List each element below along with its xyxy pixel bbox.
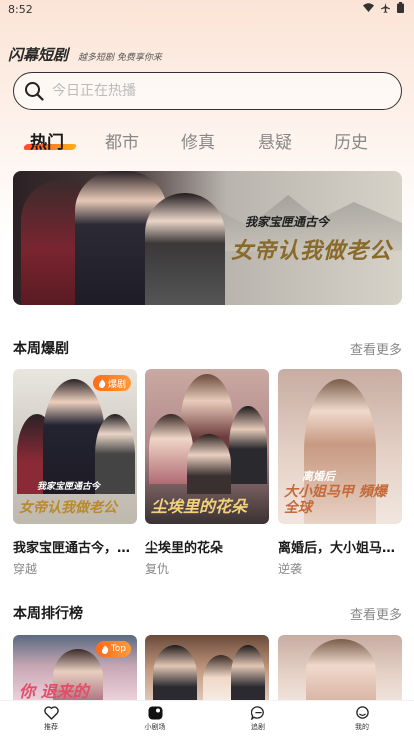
hot-badge: 爆剧	[92, 375, 131, 391]
brand-row: 闪幕短剧 越多短剧 免费享你来	[8, 44, 162, 65]
wifi-icon	[363, 3, 374, 15]
drama-genre-tag: 复仇	[145, 562, 170, 576]
tab-history[interactable]: 历史	[334, 128, 368, 153]
battery-icon	[397, 2, 404, 16]
poster-subtitle: 我家宝匣通古今	[37, 482, 101, 492]
category-tabs: 热门 都市 修真 悬疑 历史	[0, 128, 414, 158]
top-badge: Top	[95, 641, 131, 657]
tab-city[interactable]: 都市	[105, 128, 139, 153]
search-bar[interactable]	[13, 72, 402, 110]
heart-icon	[43, 706, 59, 720]
tab-suspense[interactable]: 悬疑	[258, 128, 292, 153]
drama-card[interactable]: 离婚后 大小姐马甲 頻爆全球 离婚后，大小姐马甲頻爆全球 逆袭	[278, 369, 402, 577]
ranking-card[interactable]: Top 你 退来的	[13, 635, 137, 705]
nav-following[interactable]: 追剧	[238, 706, 278, 732]
drama-poster	[145, 635, 269, 705]
drama-card[interactable]: 爆剧 我家宝匣通古今 女帝认我做老公 我家宝匣通古今，女帝认我做老公 穿越	[13, 369, 137, 577]
tab-cultivation[interactable]: 修真	[181, 128, 215, 153]
drama-poster: 爆剧 我家宝匣通古今 女帝认我做老公	[13, 369, 137, 524]
nav-label: 推荐	[44, 723, 58, 731]
tab-hot[interactable]: 热门	[30, 128, 64, 153]
search-icon	[25, 82, 44, 101]
chat-icon	[250, 706, 264, 720]
poster-figure	[187, 434, 231, 494]
status-time: 8:52	[8, 2, 33, 16]
drama-title: 我家宝匣通古今，女帝认我做老公	[13, 541, 137, 556]
weekly-rank-title: 本周排行榜	[13, 606, 83, 622]
flame-icon	[98, 378, 106, 388]
nav-label: 我的	[355, 723, 369, 731]
poster-title: 尘埃里的花朵	[151, 497, 248, 517]
profile-icon	[355, 706, 369, 719]
badge-label: Top	[110, 644, 126, 654]
drama-poster: 尘埃里的花朵	[145, 369, 269, 524]
nav-recommend[interactable]: 推荐	[31, 706, 71, 732]
poster-subtitle: 离婚后	[302, 470, 335, 483]
banner-title: 女帝认我做老公	[231, 238, 393, 264]
app-slogan: 越多短剧 免费享你来	[78, 53, 162, 63]
weekly-hot-more-link[interactable]: 查看更多	[350, 339, 402, 358]
nav-theater[interactable]: 小剧场	[135, 706, 175, 732]
flame-icon	[101, 644, 109, 654]
weekly-rank-header: 本周排行榜 查看更多	[13, 603, 402, 623]
weekly-hot-title: 本周爆剧	[13, 341, 69, 357]
ranking-card[interactable]	[278, 635, 402, 705]
airplane-icon	[381, 2, 390, 16]
poster-title: 你 退来的	[19, 682, 89, 702]
badge-label: 爆剧	[107, 379, 126, 390]
bottom-navigation: 推荐 小剧场 追剧 我的	[0, 700, 414, 736]
status-icons	[363, 2, 404, 16]
poster-figure	[95, 414, 135, 494]
featured-banner[interactable]: 我家宝匣通古今 女帝认我做老公	[13, 171, 402, 305]
drama-title: 离婚后，大小姐马甲頻爆全球	[278, 541, 402, 556]
drama-title: 尘埃里的花朵	[145, 541, 224, 556]
nav-label: 小剧场	[144, 723, 166, 731]
app-logo: 闪幕短剧	[8, 46, 69, 64]
poster-title: 大小姐马甲 頻爆全球	[284, 484, 387, 516]
poster-figure	[306, 639, 376, 705]
nav-label: 追剧	[251, 723, 265, 731]
weekly-rank-more-link[interactable]: 查看更多	[350, 604, 402, 623]
drama-genre-tag: 逆袭	[278, 562, 303, 576]
status-bar: 8:52	[0, 0, 414, 18]
drama-genre-tag: 穿越	[13, 562, 38, 576]
poster-figure	[153, 645, 197, 705]
search-input[interactable]	[52, 83, 372, 99]
poster-figure	[231, 645, 265, 705]
theater-icon	[148, 706, 162, 720]
weekly-hot-header: 本周爆剧 查看更多	[13, 338, 402, 358]
nav-profile[interactable]: 我的	[342, 706, 382, 732]
poster-title: 女帝认我做老公	[19, 499, 117, 516]
ranking-card[interactable]	[145, 635, 269, 705]
drama-poster	[278, 635, 402, 705]
drama-poster: Top 你 退来的	[13, 635, 137, 705]
banner-figure-woman-right	[145, 193, 225, 305]
drama-poster: 离婚后 大小姐马甲 頻爆全球	[278, 369, 402, 524]
poster-figure	[229, 406, 267, 484]
drama-card[interactable]: 尘埃里的花朵 尘埃里的花朵 复仇	[145, 369, 269, 577]
banner-subtitle: 我家宝匣通古今	[245, 215, 330, 229]
